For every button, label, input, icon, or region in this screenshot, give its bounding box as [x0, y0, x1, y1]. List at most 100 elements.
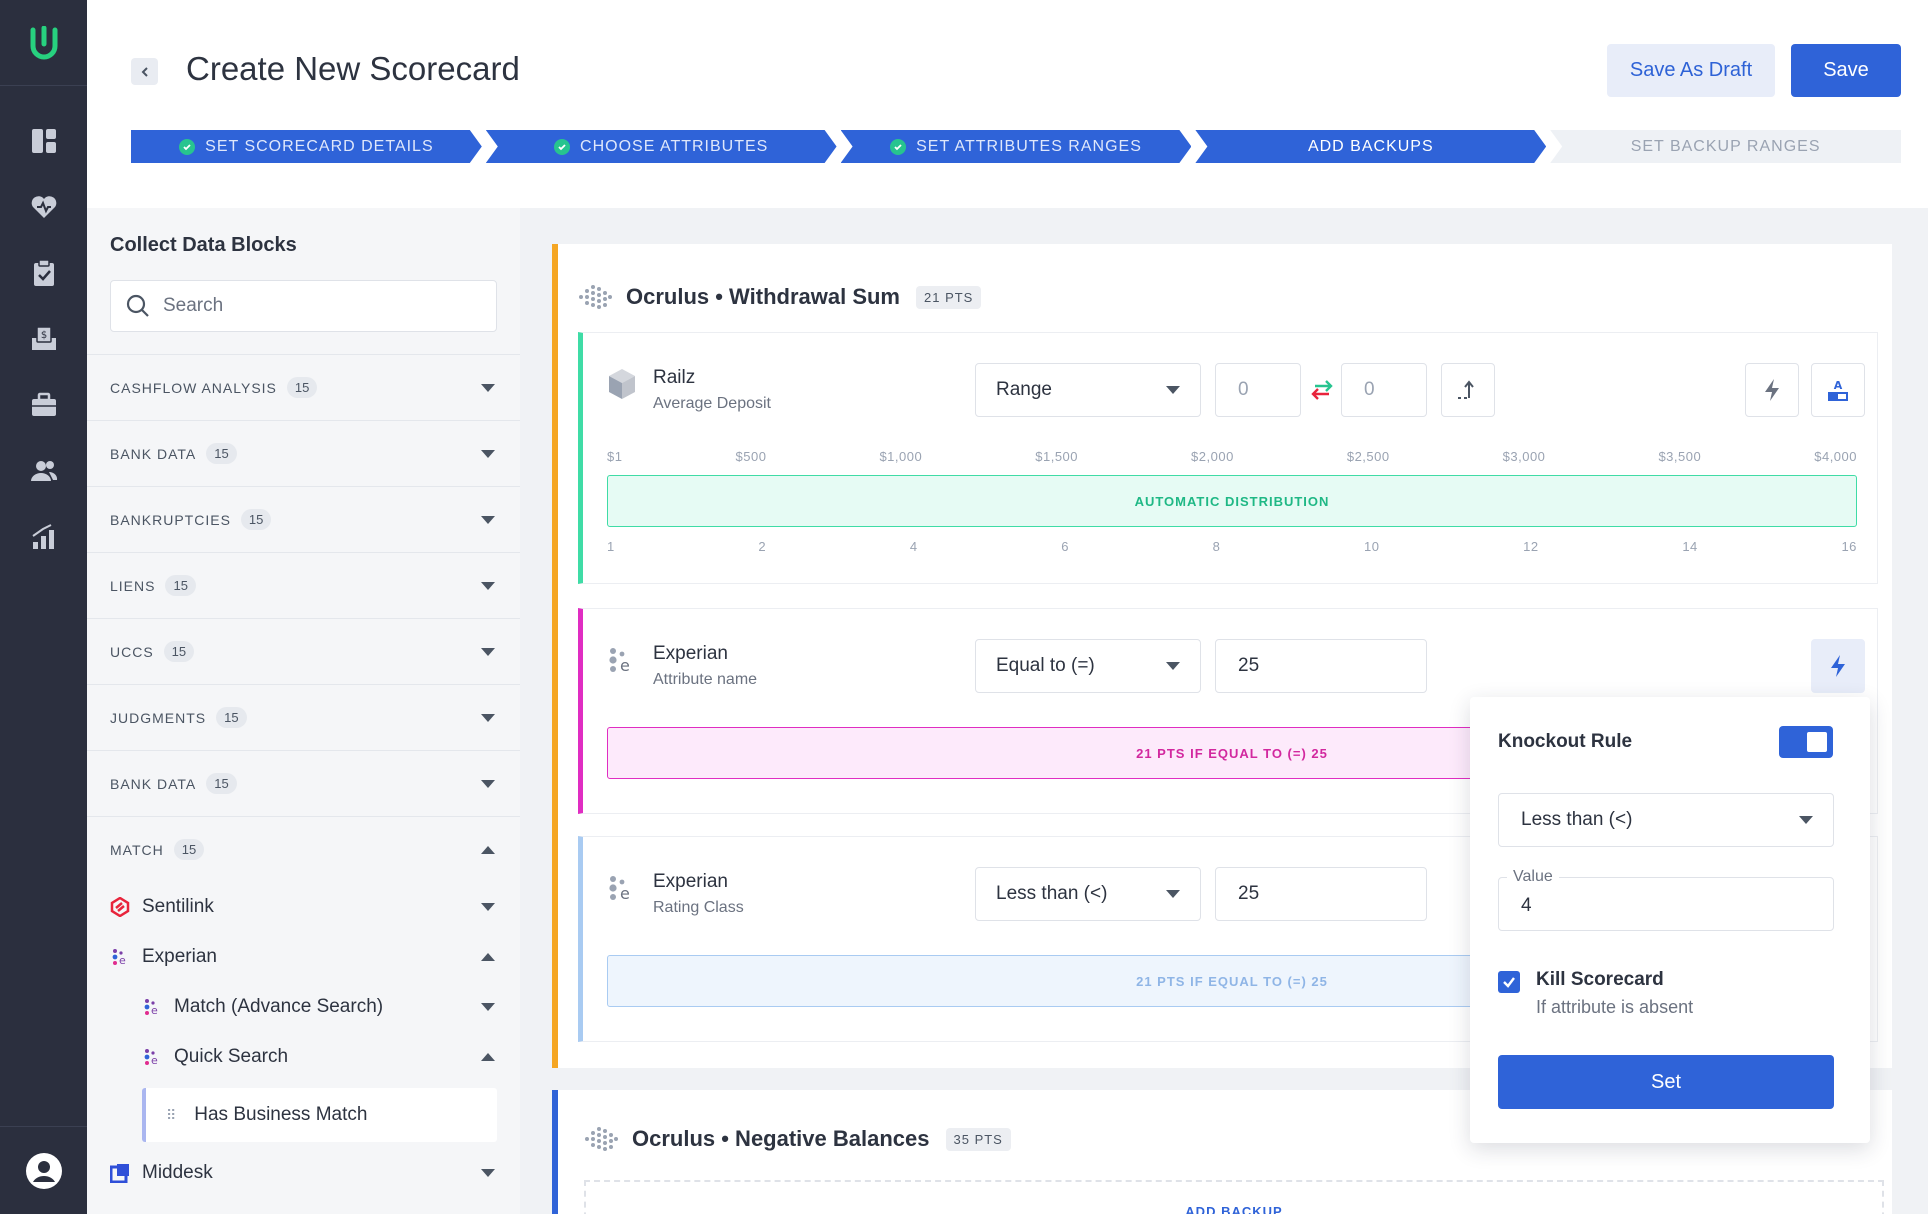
category-cashflow-analysis[interactable]: CASHFLOW ANALYSIS 15 — [87, 354, 520, 420]
search-input[interactable] — [163, 295, 463, 317]
data-block-has-business-match[interactable]: ⠿ Has Business Match — [142, 1088, 497, 1142]
chevron-up-icon — [481, 1053, 495, 1061]
step-label: SET ATTRIBUTES RANGES — [916, 137, 1142, 155]
svg-text:e: e — [151, 1004, 158, 1017]
chevron-down-icon — [481, 581, 495, 590]
chevron-down-icon — [481, 515, 495, 524]
count-badge: 15 — [165, 575, 196, 596]
value-input[interactable]: 25 — [1215, 639, 1427, 693]
set-button[interactable]: Set — [1498, 1055, 1834, 1109]
category-bank-data-2[interactable]: BANK DATA 15 — [87, 750, 520, 816]
kill-scorecard-description: If attribute is absent — [1536, 997, 1694, 1017]
step-set-attributes-ranges[interactable]: SET ATTRIBUTES RANGES — [841, 130, 1192, 163]
nav-users[interactable] — [0, 438, 87, 504]
attribute-name: Rating Class — [653, 899, 744, 916]
chevron-down-icon — [481, 903, 495, 911]
category-label: MATCH — [110, 841, 164, 858]
experian-match-advance-search[interactable]: e Match (Advance Search) — [87, 982, 520, 1032]
count-badge: 15 — [173, 839, 205, 860]
axis-tick: $4,000 — [1814, 449, 1857, 464]
kill-scorecard-label[interactable]: Kill Scorecard — [1536, 969, 1664, 991]
knockout-operator-select[interactable]: Less than (<) — [1498, 793, 1834, 847]
page-header: Create New Scorecard Save As Draft Save … — [87, 0, 1928, 208]
category-liens[interactable]: LIENS 15 — [87, 552, 520, 618]
chevron-down-icon — [481, 713, 495, 722]
operator-select[interactable]: Range — [975, 363, 1201, 417]
search-icon — [126, 294, 149, 317]
knockout-value-field[interactable]: Value 4 — [1498, 868, 1834, 931]
operator-select[interactable]: Less than (<) — [975, 867, 1201, 921]
range-to-input[interactable]: 0 — [1341, 363, 1427, 417]
provider-middesk[interactable]: Middesk — [87, 1148, 520, 1198]
operator-value: Equal to (=) — [996, 655, 1095, 676]
svg-text:$: $ — [40, 330, 46, 341]
category-label: BANKRUPTCIES — [110, 511, 231, 528]
nav-tasks[interactable] — [0, 240, 87, 306]
range-from-input[interactable]: 0 — [1215, 363, 1301, 417]
heart-icon — [31, 196, 56, 218]
category-bank-data[interactable]: BANK DATA 15 — [87, 420, 520, 486]
back-button[interactable] — [131, 58, 158, 85]
provider-label: Match (Advance Search) — [174, 996, 384, 1017]
chevron-up-icon — [481, 953, 495, 961]
provider-experian[interactable]: e Experian — [87, 932, 520, 982]
count-badge: 15 — [286, 377, 318, 398]
app-logo[interactable] — [0, 0, 87, 86]
axis-tick: $1,500 — [1035, 449, 1079, 464]
axis-tick: $3,000 — [1502, 449, 1546, 464]
knockout-button-active[interactable] — [1811, 639, 1865, 693]
knockout-button[interactable] — [1745, 363, 1799, 417]
step-set-scorecard-details[interactable]: SET SCORECARD DETAILS — [131, 130, 482, 163]
save-button[interactable]: Save — [1791, 44, 1901, 97]
experian-logo-icon: e — [142, 1047, 162, 1067]
experian-logo-icon: e — [142, 997, 162, 1017]
popover-title: Knockout Rule — [1498, 731, 1633, 752]
provider-sentilink[interactable]: Sentilink — [87, 882, 520, 932]
provider-label: Quick Search — [174, 1046, 289, 1067]
operator-select[interactable]: Equal to (=) — [975, 639, 1201, 693]
axis-tick: 8 — [1212, 539, 1221, 554]
nav-portfolio[interactable] — [0, 372, 87, 438]
category-bankruptcies[interactable]: BANKRUPTCIES 15 — [87, 486, 520, 552]
count-badge: 15 — [163, 641, 195, 662]
step-label: SET SCORECARD DETAILS — [205, 137, 434, 155]
stepper: SET SCORECARD DETAILS CHOOSE ATTRIBUTES … — [131, 130, 1901, 163]
text-format-button[interactable]: A — [1811, 363, 1865, 417]
nav-payments[interactable]: $ — [0, 306, 87, 372]
users-icon — [30, 461, 57, 481]
swap-arrows-icon[interactable] — [1309, 379, 1335, 401]
value-input[interactable]: 25 — [1215, 867, 1427, 921]
field-value: 4 — [1521, 895, 1532, 916]
data-blocks-sidebar: Collect Data Blocks CASHFLOW ANALYSIS 15… — [87, 208, 520, 1214]
category-label: LIENS — [110, 577, 156, 594]
user-avatar-icon — [25, 1152, 62, 1189]
axis-tick: $3,500 — [1658, 449, 1702, 464]
nav-health[interactable] — [0, 174, 87, 240]
nav-dashboard[interactable] — [0, 108, 87, 174]
experian-quick-search[interactable]: e Quick Search — [87, 1032, 520, 1082]
category-judgments[interactable]: JUDGMENTS 15 — [87, 684, 520, 750]
category-match[interactable]: MATCH 15 — [87, 816, 520, 882]
kill-scorecard-checkbox[interactable] — [1498, 971, 1520, 993]
step-choose-attributes[interactable]: CHOOSE ATTRIBUTES — [486, 130, 837, 163]
group-name: Ocrulus • Withdrawal Sum — [626, 284, 900, 309]
automatic-distribution-bar[interactable]: AUTOMATIC DISTRIBUTION — [607, 475, 1857, 527]
ocrolus-logo-icon — [579, 285, 612, 309]
nav-analytics[interactable] — [0, 504, 87, 570]
save-draft-button[interactable]: Save As Draft — [1607, 44, 1775, 97]
svg-text:e: e — [620, 656, 630, 675]
user-menu[interactable] — [0, 1126, 87, 1214]
drag-handle-icon[interactable]: ⠿ — [166, 1107, 176, 1124]
add-backup-button[interactable]: ADD BACKUP — [584, 1180, 1884, 1214]
step-label: ADD BACKUPS — [1307, 137, 1434, 155]
provider-name: Experian — [653, 871, 728, 892]
search-box — [110, 280, 497, 332]
step-range-button[interactable] — [1441, 363, 1495, 417]
step-set-backup-ranges[interactable]: SET BACKUP RANGES — [1550, 130, 1901, 163]
lightning-icon — [1765, 379, 1779, 401]
category-uccs[interactable]: UCCS 15 — [87, 618, 520, 684]
knockout-toggle[interactable] — [1779, 726, 1833, 758]
middesk-logo-icon — [110, 1163, 130, 1183]
step-add-backups[interactable]: ADD BACKUPS — [1195, 130, 1546, 163]
checkmark-icon — [1503, 977, 1515, 988]
